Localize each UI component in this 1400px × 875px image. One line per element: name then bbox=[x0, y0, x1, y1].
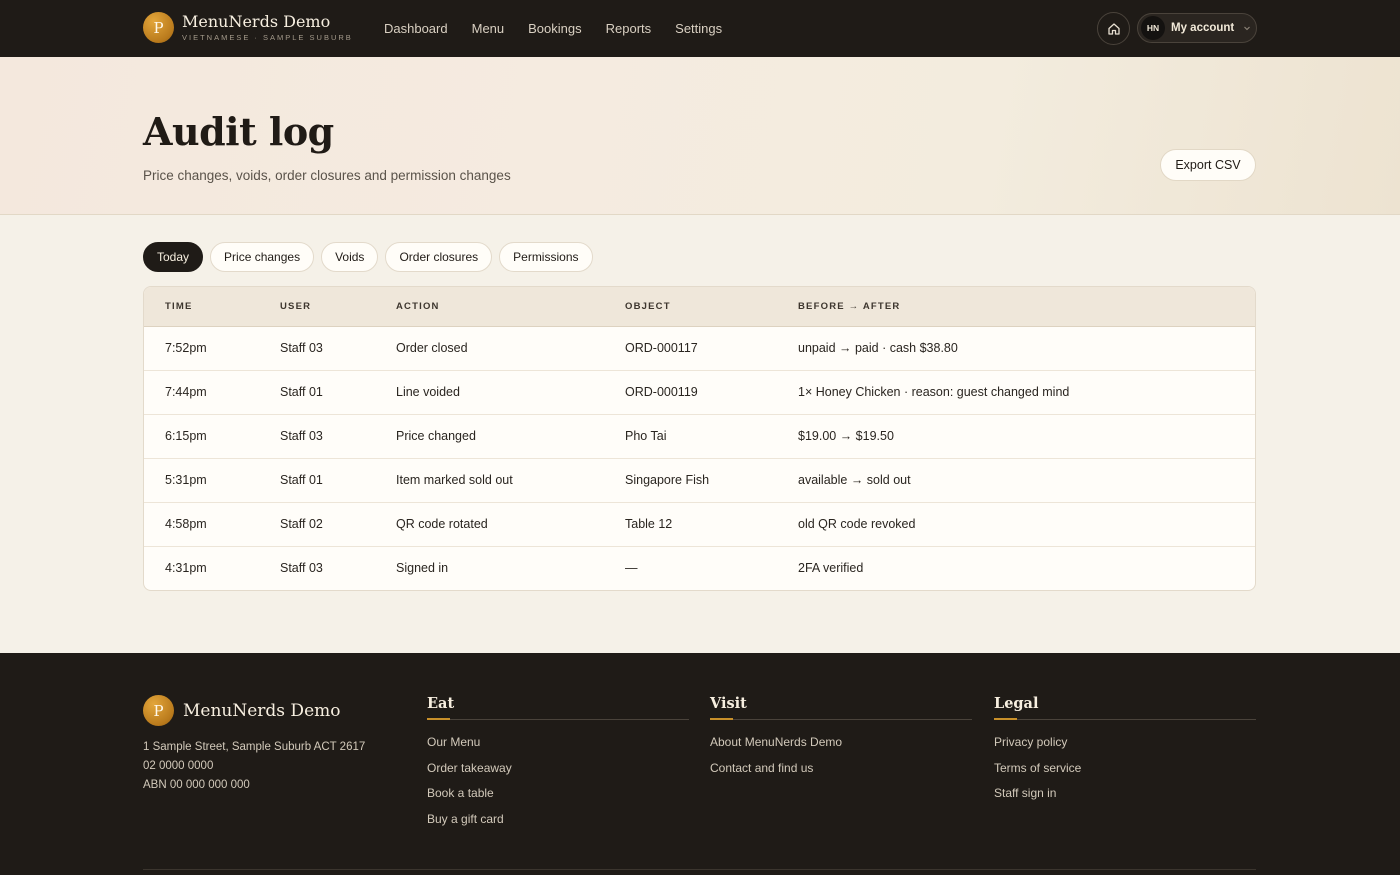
footer-divider bbox=[143, 869, 1256, 870]
filter-chip-voids[interactable]: Voids bbox=[321, 242, 379, 272]
cell-user: Staff 01 bbox=[280, 385, 323, 399]
footer-contact-details: 1 Sample Street, Sample Suburb ACT 2617 … bbox=[143, 738, 365, 795]
cell-before-after: $19.00 → $19.50 bbox=[798, 429, 894, 443]
cell-object: Pho Tai bbox=[625, 429, 667, 443]
avatar: HN bbox=[1141, 16, 1165, 40]
footer-link-staff-sign-in[interactable]: Staff sign in bbox=[994, 786, 1256, 812]
cell-object: Table 12 bbox=[625, 517, 673, 531]
cell-object: Singapore Fish bbox=[625, 473, 710, 487]
nav-link-dashboard[interactable]: Dashboard bbox=[384, 21, 448, 36]
footer-phone: 02 0000 0000 bbox=[143, 760, 214, 772]
home-icon bbox=[1107, 22, 1120, 35]
footer-address: 1 Sample Street, Sample Suburb ACT 2617 bbox=[143, 741, 366, 753]
site-footer: P MenuNerds Demo 1 Sample Street, Sample… bbox=[0, 653, 1400, 875]
cell-time: 6:15pm bbox=[165, 429, 207, 443]
nav-link-bookings[interactable]: Bookings bbox=[528, 21, 581, 36]
cell-object: ORD-000117 bbox=[625, 341, 698, 355]
table-row: 5:31pm Staff 01 Item marked sold out Sin… bbox=[144, 459, 1255, 503]
cell-time: 5:31pm bbox=[165, 473, 207, 487]
table-row: 7:44pm Staff 01 Line voided ORD-000119 1… bbox=[144, 371, 1255, 415]
footer-heading-eat: Eat bbox=[427, 695, 689, 720]
footer-column-eat: Eat Our Menu Order takeaway Book a table… bbox=[427, 695, 689, 837]
chevron-down-icon bbox=[1244, 26, 1251, 31]
table-row: 4:31pm Staff 03 Signed in — 2FA verified bbox=[144, 547, 1255, 590]
cell-action: Signed in bbox=[396, 561, 449, 575]
cell-before-after: available → sold out bbox=[798, 473, 911, 487]
footer-link-book-a-table[interactable]: Book a table bbox=[427, 786, 689, 812]
cell-user: Staff 03 bbox=[280, 341, 323, 355]
cell-time: 7:52pm bbox=[165, 341, 207, 355]
page-subtitle: Price changes, voids, order closures and… bbox=[143, 168, 511, 183]
filter-chip-order-closures[interactable]: Order closures bbox=[385, 242, 493, 272]
column-header-before-after: BEFORE → AFTER bbox=[798, 301, 901, 312]
cell-action: Order closed bbox=[396, 341, 468, 355]
cell-action: QR code rotated bbox=[396, 517, 488, 531]
account-menu-button[interactable]: HN My account bbox=[1137, 13, 1257, 43]
cell-before-after: 2FA verified bbox=[798, 561, 864, 575]
cell-action: Item marked sold out bbox=[396, 473, 513, 487]
main-nav: Dashboard Menu Bookings Reports Settings bbox=[384, 0, 722, 57]
cell-time: 7:44pm bbox=[165, 385, 207, 399]
column-header-time: TIME bbox=[165, 301, 193, 312]
footer-column-visit: Visit About MenuNerds Demo Contact and f… bbox=[710, 695, 972, 786]
column-header-object: OBJECT bbox=[625, 301, 671, 312]
cell-object: — bbox=[625, 561, 638, 575]
footer-abn: ABN 00 000 000 000 bbox=[143, 779, 250, 791]
table-row: 4:58pm Staff 02 QR code rotated Table 12… bbox=[144, 503, 1255, 547]
cell-user: Staff 01 bbox=[280, 473, 323, 487]
footer-heading-legal: Legal bbox=[994, 695, 1256, 720]
top-navigation-bar: P MenuNerds Demo VIETNAMESE · SAMPLE SUB… bbox=[0, 0, 1400, 57]
footer-link-privacy[interactable]: Privacy policy bbox=[994, 735, 1256, 761]
page-header: Audit log Price changes, voids, order cl… bbox=[0, 57, 1400, 215]
footer-link-order-takeaway[interactable]: Order takeaway bbox=[427, 761, 689, 787]
table-row: 7:52pm Staff 03 Order closed ORD-000117 … bbox=[144, 327, 1255, 371]
cell-user: Staff 02 bbox=[280, 517, 323, 531]
column-header-action: ACTION bbox=[396, 301, 440, 312]
cell-object: ORD-000119 bbox=[625, 385, 698, 399]
cell-user: Staff 03 bbox=[280, 429, 323, 443]
brand-subtitle: VIETNAMESE · SAMPLE SUBURB bbox=[182, 33, 353, 42]
filter-chip-permissions[interactable]: Permissions bbox=[499, 242, 593, 272]
brand-logo-link[interactable]: P MenuNerds Demo VIETNAMESE · SAMPLE SUB… bbox=[143, 12, 353, 43]
cell-before-after: unpaid → paid · cash $38.80 bbox=[798, 341, 958, 355]
footer-link-buy-gift-card[interactable]: Buy a gift card bbox=[427, 812, 689, 838]
nav-link-settings[interactable]: Settings bbox=[675, 21, 722, 36]
footer-link-our-menu[interactable]: Our Menu bbox=[427, 735, 689, 761]
table-row: 6:15pm Staff 03 Price changed Pho Tai $1… bbox=[144, 415, 1255, 459]
footer-brand-badge: P bbox=[143, 695, 174, 726]
cell-time: 4:58pm bbox=[165, 517, 207, 531]
table-header: TIME USER ACTION OBJECT BEFORE → AFTER bbox=[144, 287, 1255, 327]
cell-before-after: old QR code revoked bbox=[798, 517, 916, 531]
cell-before-after: 1× Honey Chicken · reason: guest changed… bbox=[798, 385, 1070, 399]
cell-action: Line voided bbox=[396, 385, 460, 399]
cell-time: 4:31pm bbox=[165, 561, 207, 575]
footer-brand[interactable]: P MenuNerds Demo bbox=[143, 695, 340, 726]
footer-link-contact[interactable]: Contact and find us bbox=[710, 761, 972, 787]
export-csv-button[interactable]: Export CSV bbox=[1160, 149, 1256, 181]
filter-chips: Today Price changes Voids Order closures… bbox=[143, 242, 593, 272]
cell-action: Price changed bbox=[396, 429, 476, 443]
brand-name: MenuNerds Demo bbox=[182, 12, 331, 31]
footer-brand-name: MenuNerds Demo bbox=[183, 700, 341, 721]
brand-badge: P bbox=[143, 12, 174, 43]
footer-column-legal: Legal Privacy policy Terms of service St… bbox=[994, 695, 1256, 812]
cell-user: Staff 03 bbox=[280, 561, 323, 575]
footer-link-about[interactable]: About MenuNerds Demo bbox=[710, 735, 972, 761]
column-header-user: USER bbox=[280, 301, 312, 312]
filter-chip-today[interactable]: Today bbox=[143, 242, 204, 272]
account-label: My account bbox=[1171, 22, 1235, 34]
footer-link-terms[interactable]: Terms of service bbox=[994, 761, 1256, 787]
audit-log-table: TIME USER ACTION OBJECT BEFORE → AFTER 7… bbox=[143, 286, 1256, 591]
nav-link-menu[interactable]: Menu bbox=[472, 21, 505, 36]
page-title: Audit log bbox=[143, 109, 334, 154]
brand-text: MenuNerds Demo VIETNAMESE · SAMPLE SUBUR… bbox=[182, 12, 353, 43]
home-button[interactable] bbox=[1097, 12, 1130, 45]
nav-link-reports[interactable]: Reports bbox=[606, 21, 652, 36]
filter-chip-price-changes[interactable]: Price changes bbox=[210, 242, 315, 272]
footer-heading-visit: Visit bbox=[710, 695, 972, 720]
